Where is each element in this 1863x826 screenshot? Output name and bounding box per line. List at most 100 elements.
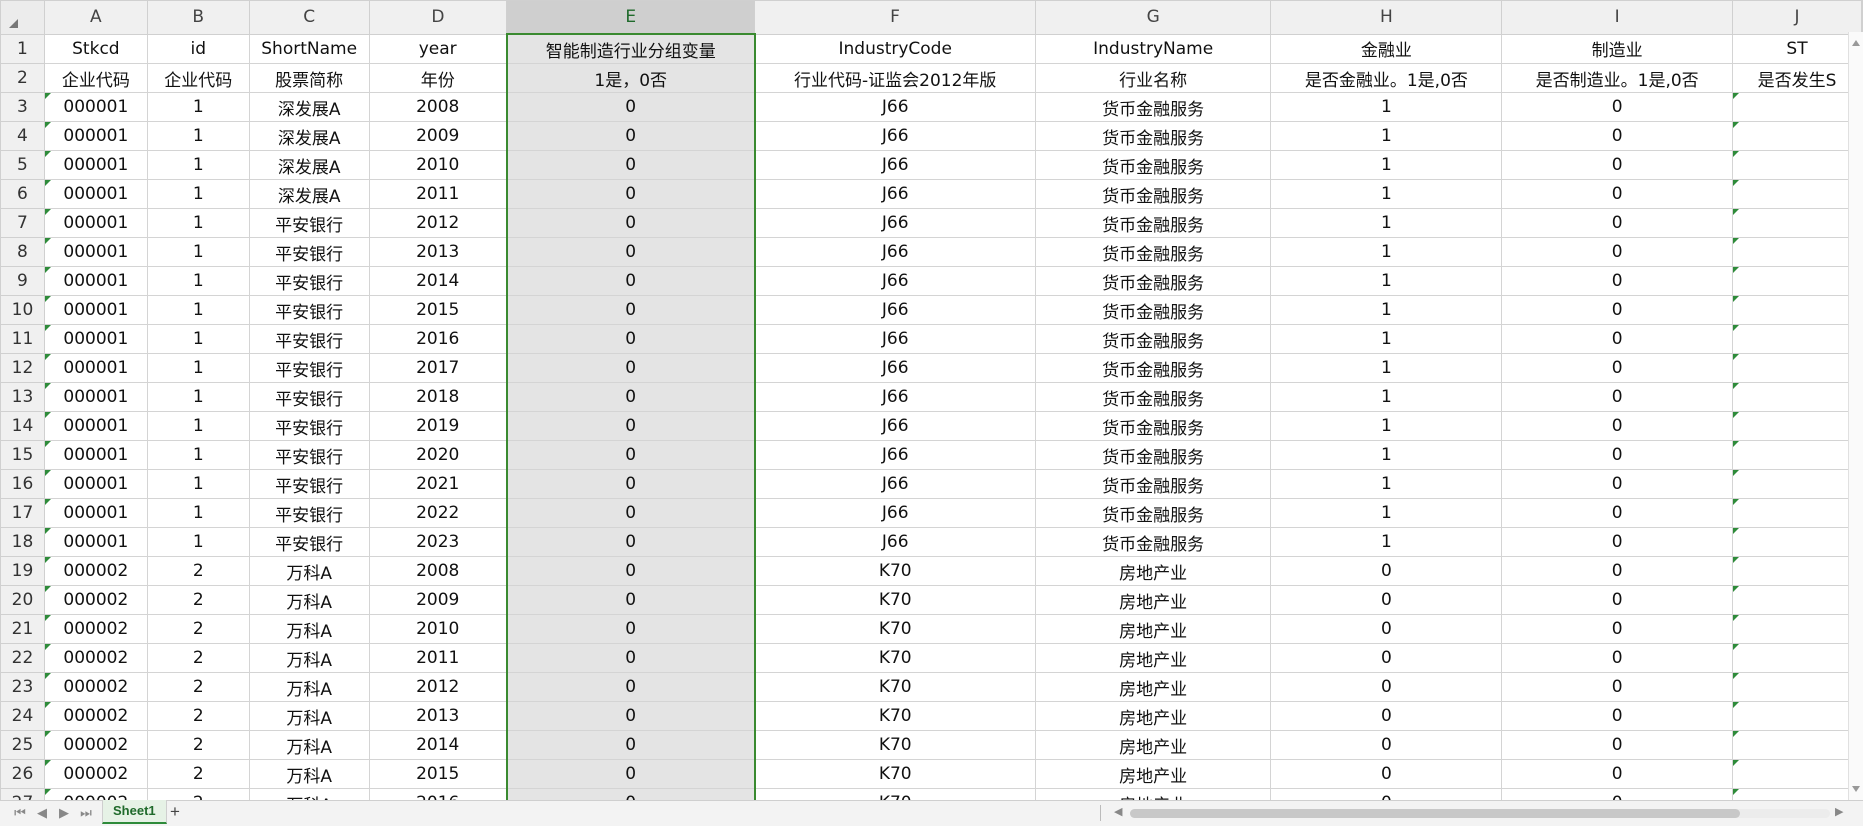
cell-g[interactable]: 货币金融服务 (1034, 353, 1272, 383)
cell-i[interactable]: 0 (1501, 498, 1734, 528)
cell-c[interactable]: 万科A (248, 672, 370, 702)
cell-a[interactable]: 000001 (43, 179, 148, 209)
cell-a[interactable]: 000001 (43, 237, 148, 267)
row-number[interactable]: 22 (0, 643, 45, 673)
cell-h[interactable]: 1 (1270, 498, 1503, 528)
cell-g[interactable]: 货币金融服务 (1034, 179, 1272, 209)
cell-c[interactable]: 平安银行 (248, 295, 370, 325)
cell-h[interactable]: 0 (1270, 556, 1503, 586)
column-header-j[interactable]: J (1732, 0, 1862, 35)
cell-f[interactable]: J66 (754, 121, 1036, 151)
cell-e[interactable]: 0 (505, 643, 756, 673)
cell-j[interactable] (1732, 324, 1862, 354)
cell-i[interactable]: 0 (1501, 527, 1734, 557)
cell-a[interactable]: 000001 (43, 92, 148, 122)
cell-a[interactable]: 000001 (43, 382, 148, 412)
cell-d[interactable]: 2017 (368, 353, 508, 383)
cell-c[interactable]: 平安银行 (248, 382, 370, 412)
cell-g[interactable]: 货币金融服务 (1034, 324, 1272, 354)
row-number[interactable]: 9 (0, 266, 45, 296)
cell-d[interactable]: 2010 (368, 614, 508, 644)
cell-j[interactable] (1732, 440, 1862, 470)
row-number[interactable]: 25 (0, 730, 45, 760)
cell-j[interactable]: 是否发生S (1732, 63, 1862, 93)
column-header-b[interactable]: B (146, 0, 250, 35)
row-number[interactable]: 5 (0, 150, 45, 180)
cell-c[interactable]: 万科A (248, 643, 370, 673)
cell-b[interactable]: 1 (146, 266, 250, 296)
cell-f[interactable]: J66 (754, 353, 1036, 383)
cell-g[interactable]: IndustryName (1034, 33, 1272, 64)
cell-g[interactable]: 房地产业 (1034, 585, 1272, 615)
cell-a[interactable]: 000001 (43, 208, 148, 238)
cell-j[interactable] (1732, 730, 1862, 760)
cell-j[interactable] (1732, 643, 1862, 673)
cell-b[interactable]: 2 (146, 672, 250, 702)
cell-c[interactable]: 平安银行 (248, 266, 370, 296)
cell-g[interactable]: 货币金融服务 (1034, 266, 1272, 296)
cell-d[interactable]: 2023 (368, 527, 508, 557)
cell-h[interactable]: 是否金融业。1是,0否 (1270, 63, 1503, 93)
cell-b[interactable]: 1 (146, 150, 250, 180)
cell-f[interactable]: J66 (754, 208, 1036, 238)
cell-g[interactable]: 货币金融服务 (1034, 237, 1272, 267)
row-number[interactable]: 14 (0, 411, 45, 441)
cell-e[interactable]: 0 (505, 730, 756, 760)
cell-j[interactable] (1732, 614, 1862, 644)
cell-b[interactable]: 1 (146, 208, 250, 238)
cell-e[interactable]: 0 (505, 527, 756, 557)
cell-i[interactable]: 0 (1501, 730, 1734, 760)
cell-i[interactable]: 0 (1501, 701, 1734, 731)
cell-h[interactable]: 0 (1270, 643, 1503, 673)
cell-a[interactable]: 000001 (43, 498, 148, 528)
cell-d[interactable]: year (368, 33, 508, 64)
cell-e[interactable]: 0 (505, 150, 756, 180)
cell-g[interactable]: 房地产业 (1034, 614, 1272, 644)
add-sheet-button[interactable]: + (170, 802, 180, 822)
cell-b[interactable]: 1 (146, 527, 250, 557)
cell-h[interactable]: 1 (1270, 237, 1503, 267)
cell-b[interactable]: 1 (146, 92, 250, 122)
cell-e[interactable]: 智能制造行业分组变量 (505, 33, 756, 64)
row-number[interactable]: 26 (0, 759, 45, 789)
select-all-corner[interactable] (0, 0, 45, 35)
cell-i[interactable]: 0 (1501, 788, 1734, 800)
row-number[interactable]: 21 (0, 614, 45, 644)
cell-f[interactable]: K70 (754, 585, 1036, 615)
cell-j[interactable] (1732, 527, 1862, 557)
cell-a[interactable]: 000002 (43, 614, 148, 644)
cell-i[interactable]: 0 (1501, 556, 1734, 586)
cell-j[interactable] (1732, 382, 1862, 412)
cell-a[interactable]: 000001 (43, 295, 148, 325)
cell-g[interactable]: 行业名称 (1034, 63, 1272, 93)
cell-e[interactable]: 0 (505, 701, 756, 731)
cell-g[interactable]: 货币金融服务 (1034, 411, 1272, 441)
row-number[interactable]: 18 (0, 527, 45, 557)
scroll-right-icon[interactable]: ▶ (1835, 805, 1843, 818)
cell-c[interactable]: 万科A (248, 759, 370, 789)
cell-g[interactable]: 货币金融服务 (1034, 208, 1272, 238)
cell-d[interactable]: 2011 (368, 179, 508, 209)
cell-f[interactable]: J66 (754, 382, 1036, 412)
cell-b[interactable]: 2 (146, 643, 250, 673)
cell-h[interactable]: 1 (1270, 411, 1503, 441)
cell-j[interactable] (1732, 295, 1862, 325)
cell-e[interactable]: 0 (505, 411, 756, 441)
cell-i[interactable]: 0 (1501, 585, 1734, 615)
cell-g[interactable]: 货币金融服务 (1034, 498, 1272, 528)
cell-g[interactable]: 货币金融服务 (1034, 295, 1272, 325)
cell-f[interactable]: K70 (754, 556, 1036, 586)
column-header-i[interactable]: I (1501, 0, 1734, 35)
cell-d[interactable]: 2018 (368, 382, 508, 412)
cell-g[interactable]: 房地产业 (1034, 730, 1272, 760)
cell-a[interactable]: 000001 (43, 324, 148, 354)
cell-g[interactable]: 房地产业 (1034, 672, 1272, 702)
cell-i[interactable]: 0 (1501, 672, 1734, 702)
cell-h[interactable]: 1 (1270, 179, 1503, 209)
cell-b[interactable]: 2 (146, 730, 250, 760)
cell-d[interactable]: 2020 (368, 440, 508, 470)
cell-g[interactable]: 货币金融服务 (1034, 150, 1272, 180)
horizontal-scrollbar[interactable] (1130, 809, 1830, 818)
cell-j[interactable] (1732, 788, 1862, 800)
cell-a[interactable]: 000002 (43, 759, 148, 789)
